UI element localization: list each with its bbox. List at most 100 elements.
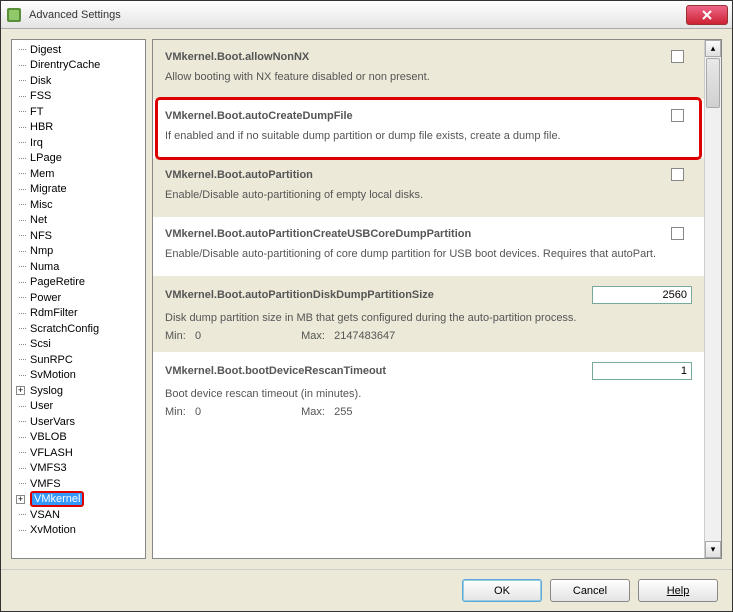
- tree-item-misc[interactable]: Misc: [16, 197, 145, 213]
- content-area: Digest DirentryCache Disk FSS FT HBR Irq LPage M…: [1, 29, 732, 569]
- setting-description: Enable/Disable auto-partitioning of core…: [165, 248, 692, 260]
- tree-item-label: XvMotion: [30, 524, 76, 536]
- tree-item-label: Digest: [30, 44, 61, 56]
- app-icon: [5, 6, 23, 24]
- tree-item-ft[interactable]: FT: [16, 104, 145, 120]
- tree-item-vsan[interactable]: VSAN: [16, 507, 145, 523]
- tree-item-vmfs3[interactable]: VMFS3: [16, 461, 145, 477]
- tree-item-sunrpc[interactable]: SunRPC: [16, 352, 145, 368]
- setting-VMkernel-Boot-autoCreateDumpFile: VMkernel.Boot.autoCreateDumpFileIf enabl…: [153, 99, 704, 158]
- setting-VMkernel-Boot-autoPartition: VMkernel.Boot.autoPartition Enable/Disabl…: [153, 158, 704, 217]
- tree-item-label: VSAN: [30, 509, 60, 521]
- tree-item-syslog[interactable]: + Syslog: [16, 383, 145, 399]
- expand-icon[interactable]: +: [16, 386, 25, 395]
- setting-VMkernel-Boot-allowNonNX: VMkernel.Boot.allowNonNX Allow booting wi…: [153, 40, 704, 99]
- tree-item-label: Nmp: [30, 245, 53, 257]
- setting-textbox[interactable]: [592, 286, 692, 304]
- tree-item-pageretire[interactable]: PageRetire: [16, 275, 145, 291]
- tree-item-digest[interactable]: Digest: [16, 42, 145, 58]
- help-button[interactable]: Help: [638, 579, 718, 602]
- dialog-buttons: OK Cancel Help: [1, 569, 732, 611]
- settings-panel: VMkernel.Boot.allowNonNX Allow booting wi…: [152, 39, 722, 559]
- scroll-up-button[interactable]: ▴: [705, 40, 721, 57]
- setting-description: Boot device rescan timeout (in minutes).: [165, 388, 692, 400]
- tree-item-label: LPage: [30, 152, 62, 164]
- tree-item-label: ScratchConfig: [30, 323, 99, 335]
- setting-description: Allow booting with NX feature disabled o…: [165, 71, 692, 83]
- tree-item-vblob[interactable]: VBLOB: [16, 430, 145, 446]
- tree-item-label: FT: [30, 106, 43, 118]
- tree-item-nfs[interactable]: NFS: [16, 228, 145, 244]
- tree-item-scsi[interactable]: Scsi: [16, 337, 145, 353]
- category-tree[interactable]: Digest DirentryCache Disk FSS FT HBR Irq LPage M…: [11, 39, 146, 559]
- setting-textbox[interactable]: [592, 362, 692, 380]
- tree-item-label: RdmFilter: [30, 307, 78, 319]
- tree-item-label: FSS: [30, 90, 51, 102]
- tree-item-disk[interactable]: Disk: [16, 73, 145, 89]
- cancel-button[interactable]: Cancel: [550, 579, 630, 602]
- tree-item-uservars[interactable]: UserVars: [16, 414, 145, 430]
- tree-item-label: VMkernel: [30, 491, 84, 507]
- tree-item-hbr[interactable]: HBR: [16, 120, 145, 136]
- tree-item-vmfs[interactable]: VMFS: [16, 476, 145, 492]
- tree-item-nmp[interactable]: Nmp: [16, 244, 145, 260]
- close-button[interactable]: [686, 5, 728, 25]
- setting-name: VMkernel.Boot.bootDeviceRescanTimeout: [165, 365, 592, 377]
- setting-name: VMkernel.Boot.allowNonNX: [165, 51, 671, 63]
- tree-item-label: DirentryCache: [30, 59, 100, 71]
- tree-item-user[interactable]: User: [16, 399, 145, 415]
- tree-item-label: Migrate: [30, 183, 67, 195]
- setting-name: VMkernel.Boot.autoPartitionCreateUSBCore…: [165, 228, 671, 240]
- tree-item-migrate[interactable]: Migrate: [16, 182, 145, 198]
- setting-name: VMkernel.Boot.autoPartition: [165, 169, 671, 181]
- tree-item-irq[interactable]: Irq: [16, 135, 145, 151]
- window-title: Advanced Settings: [29, 9, 686, 21]
- setting-checkbox[interactable]: [671, 50, 684, 63]
- tree-item-label: Disk: [30, 75, 51, 87]
- tree-item-power[interactable]: Power: [16, 290, 145, 306]
- tree-item-label: VBLOB: [30, 431, 67, 443]
- setting-VMkernel-Boot-autoPartitionDiskDumpPartitionSize: VMkernel.Boot.autoPartitionDiskDumpParti…: [153, 276, 704, 352]
- tree-item-label: SvMotion: [30, 369, 76, 381]
- tree-item-vmkernel[interactable]: + VMkernel: [16, 492, 145, 508]
- tree-item-label: VMFS3: [30, 462, 67, 474]
- tree-item-label: VFLASH: [30, 447, 73, 459]
- tree-item-vflash[interactable]: VFLASH: [16, 445, 145, 461]
- setting-name: VMkernel.Boot.autoCreateDumpFile: [165, 110, 671, 122]
- setting-range: Min: 0Max: 255: [165, 406, 692, 418]
- tree-item-label: Syslog: [30, 385, 63, 397]
- tree-item-xvmotion[interactable]: XvMotion: [16, 523, 145, 539]
- scrollbar[interactable]: ▴ ▾: [704, 40, 721, 558]
- scroll-down-button[interactable]: ▾: [705, 541, 721, 558]
- tree-item-rdmfilter[interactable]: RdmFilter: [16, 306, 145, 322]
- expand-icon[interactable]: +: [16, 495, 25, 504]
- tree-item-label: VMFS: [30, 478, 61, 490]
- tree-item-scratchconfig[interactable]: ScratchConfig: [16, 321, 145, 337]
- setting-name: VMkernel.Boot.autoPartitionDiskDumpParti…: [165, 289, 592, 301]
- tree-item-label: HBR: [30, 121, 53, 133]
- tree-item-label: User: [30, 400, 53, 412]
- setting-VMkernel-Boot-bootDeviceRescanTimeout: VMkernel.Boot.bootDeviceRescanTimeout Boo…: [153, 352, 704, 428]
- setting-checkbox[interactable]: [671, 227, 684, 240]
- tree-item-mem[interactable]: Mem: [16, 166, 145, 182]
- setting-VMkernel-Boot-autoPartitionCreateUSBCoreDumpPartition: VMkernel.Boot.autoPartitionCreateUSBCore…: [153, 217, 704, 276]
- advanced-settings-window: Advanced Settings Digest DirentryCache Dis…: [0, 0, 733, 612]
- tree-item-label: PageRetire: [30, 276, 85, 288]
- tree-item-lpage[interactable]: LPage: [16, 151, 145, 167]
- setting-checkbox[interactable]: [671, 168, 684, 181]
- titlebar: Advanced Settings: [1, 1, 732, 29]
- tree-item-label: Scsi: [30, 338, 51, 350]
- setting-checkbox[interactable]: [671, 109, 684, 122]
- tree-item-label: NFS: [30, 230, 52, 242]
- tree-item-label: Irq: [30, 137, 43, 149]
- tree-item-svmotion[interactable]: SvMotion: [16, 368, 145, 384]
- tree-item-label: Misc: [30, 199, 53, 211]
- scroll-thumb[interactable]: [706, 58, 720, 108]
- tree-item-fss[interactable]: FSS: [16, 89, 145, 105]
- tree-item-net[interactable]: Net: [16, 213, 145, 229]
- tree-item-label: Numa: [30, 261, 59, 273]
- tree-item-direntrycache[interactable]: DirentryCache: [16, 58, 145, 74]
- ok-button[interactable]: OK: [462, 579, 542, 602]
- setting-description: Enable/Disable auto-partitioning of empt…: [165, 189, 692, 201]
- tree-item-numa[interactable]: Numa: [16, 259, 145, 275]
